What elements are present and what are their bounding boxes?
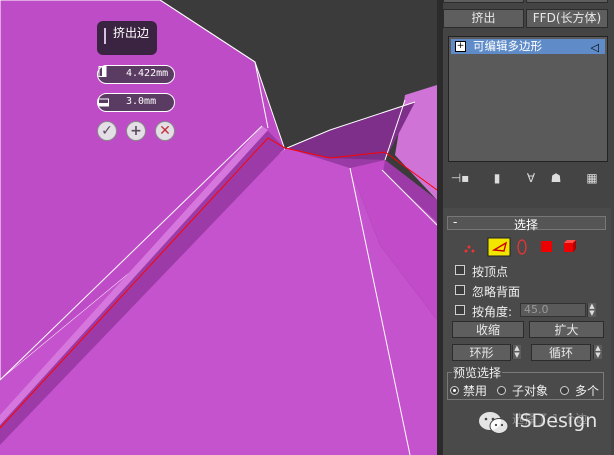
ok-check-icon[interactable]: ✓ bbox=[97, 121, 117, 141]
stack-item-editable-poly[interactable]: + 可编辑多边形 ◁ bbox=[451, 39, 605, 54]
by-angle-checkbox[interactable] bbox=[455, 305, 465, 315]
loop-spinner[interactable]: ▲ ▼ bbox=[593, 345, 602, 359]
by-vertex-checkbox[interactable] bbox=[455, 265, 465, 275]
extrude-height-field[interactable]: 4.422mm bbox=[97, 65, 175, 84]
preview-subobject-radio[interactable] bbox=[497, 386, 506, 395]
modifier-button-extrude[interactable]: 挤出 bbox=[443, 9, 524, 28]
subobject-toolbar bbox=[464, 237, 576, 257]
caddy-title: 挤出边 bbox=[113, 26, 150, 40]
selection-rollout-header[interactable]: - 选择 bbox=[447, 215, 606, 232]
angle-spinner[interactable]: ▲ ▼ bbox=[587, 303, 596, 317]
remove-modifier-icon[interactable]: ☗ bbox=[546, 169, 566, 187]
wechat-logo-icon bbox=[479, 412, 509, 434]
apply-plus-icon[interactable]: + bbox=[126, 121, 146, 141]
expand-plus-icon[interactable]: + bbox=[455, 41, 466, 52]
preview-disabled-label: 禁用 bbox=[463, 384, 488, 398]
vertex-icon bbox=[464, 245, 475, 253]
extrude-width-field[interactable]: 3.0mm bbox=[97, 93, 175, 112]
extrude-height-value: 4.422mm bbox=[126, 68, 169, 79]
caddy-grip-icon[interactable] bbox=[104, 28, 106, 44]
ring-button[interactable]: 环形 bbox=[452, 344, 511, 361]
by-angle-label: 按角度: bbox=[472, 305, 513, 319]
by-vertex-label: 按顶点 bbox=[472, 265, 509, 279]
polygon-icon bbox=[541, 241, 552, 252]
angle-input[interactable]: 45.0 bbox=[520, 303, 586, 317]
ignore-backfacing-label: 忽略背面 bbox=[472, 285, 521, 299]
shrink-button[interactable]: 收缩 bbox=[452, 321, 524, 338]
modifier-button-ffd[interactable]: FFD(长方体) bbox=[526, 9, 608, 28]
preview-multi-radio[interactable] bbox=[560, 386, 569, 395]
ignore-backfacing-checkbox[interactable] bbox=[455, 285, 465, 295]
modifier-button-cut[interactable]: ... bbox=[443, 0, 524, 3]
viewport[interactable]: 挤出边 4.422mm 3.0mm ✓ + ✕ bbox=[0, 0, 437, 455]
height-icon bbox=[98, 66, 107, 77]
mesh-render bbox=[0, 0, 437, 455]
collapse-sign: - bbox=[453, 215, 458, 229]
stack-item-label: 可编辑多边形 bbox=[473, 39, 542, 53]
border-icon bbox=[517, 239, 527, 255]
grow-button[interactable]: 扩大 bbox=[529, 321, 604, 338]
ring-spinner[interactable]: ▲ ▼ bbox=[512, 345, 521, 359]
preview-selection-label: 预览选择 bbox=[452, 364, 503, 381]
configure-sets-icon[interactable]: ▦ bbox=[582, 169, 602, 187]
pin-stack-icon[interactable]: ⊣▪ bbox=[450, 169, 470, 187]
preview-disabled-radio[interactable] bbox=[450, 386, 459, 395]
rollout-title: 选择 bbox=[514, 218, 539, 232]
extrude-width-value: 3.0mm bbox=[126, 96, 157, 107]
loop-button[interactable]: 循环 bbox=[531, 344, 591, 361]
modifier-button-cut2[interactable]: ... bbox=[526, 0, 608, 3]
element-icon bbox=[564, 240, 576, 252]
preview-multi-label: 多个 bbox=[575, 384, 600, 398]
cancel-x-icon[interactable]: ✕ bbox=[155, 121, 175, 141]
watermark-text: ISDesign bbox=[514, 410, 598, 432]
extrude-edges-caddy[interactable]: 挤出边 bbox=[97, 21, 157, 55]
edge-mode-triangle-icon: ◁ bbox=[590, 41, 599, 54]
show-end-result-icon[interactable]: ▮ bbox=[487, 169, 507, 187]
preview-subobject-label: 子对象 bbox=[512, 384, 549, 398]
width-icon bbox=[98, 98, 109, 107]
make-unique-icon[interactable]: ∀ bbox=[521, 169, 541, 187]
modifier-stack[interactable]: + 可编辑多边形 ◁ bbox=[448, 36, 608, 162]
